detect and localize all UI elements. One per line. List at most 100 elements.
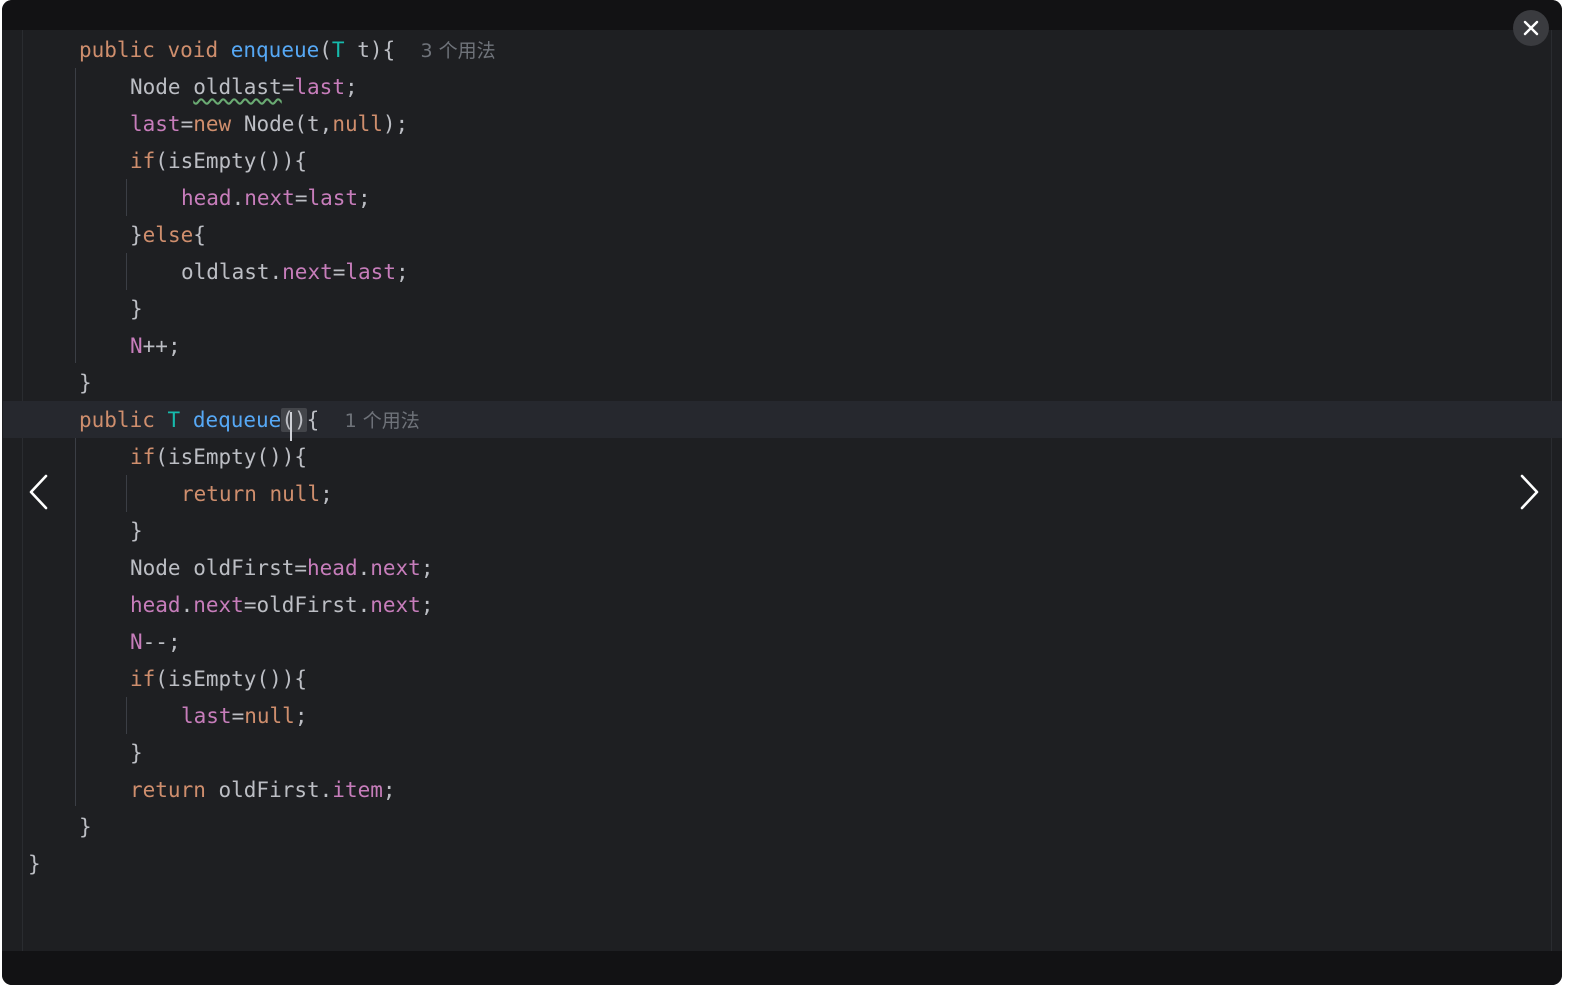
code-token: return — [181, 482, 257, 506]
code-token: ( — [319, 38, 332, 62]
code-token: --; — [142, 630, 181, 654]
indent-guide — [126, 253, 127, 290]
code-token: head — [130, 593, 181, 617]
code-token: Node — [130, 75, 194, 99]
chevron-right-icon — [1520, 474, 1539, 510]
code-line: last=null; — [181, 698, 307, 735]
matched-brace-highlight: () — [281, 408, 307, 441]
code-token: = — [332, 260, 346, 284]
code-token: ; — [320, 482, 333, 506]
close-icon — [1523, 20, 1539, 36]
code-token: next — [244, 186, 295, 210]
code-token: N — [130, 630, 143, 654]
code-line: if(isEmpty()){ — [130, 661, 307, 698]
warning-squiggle[interactable]: oldlast — [193, 75, 282, 99]
code-line: head.next=last; — [181, 180, 371, 217]
code-token: null — [244, 704, 295, 728]
code-token: } — [130, 223, 143, 247]
image-viewer: public void enqueue(T t){ 3 个用法 Node old… — [2, 0, 1562, 985]
code-token: = — [294, 186, 308, 210]
code-token: ; — [358, 186, 371, 210]
code-token: = — [180, 112, 194, 136]
close-button[interactable] — [1513, 10, 1549, 46]
code-token: ; — [294, 704, 308, 728]
usage-hint[interactable]: 1 个用法 — [345, 410, 420, 432]
code-token: T — [331, 38, 345, 62]
viewer-top-bar — [2, 0, 1562, 30]
code-token: (isEmpty()){ — [155, 149, 308, 173]
code-token: = — [231, 704, 245, 728]
previous-image-button[interactable] — [24, 470, 54, 514]
code-line: } — [130, 291, 143, 328]
next-image-button[interactable] — [1514, 470, 1544, 514]
code-line: public void enqueue(T t){ 3 个用法 — [79, 32, 496, 69]
code-token: new — [193, 112, 232, 136]
indent-guide — [126, 697, 127, 734]
indent-guide — [75, 438, 76, 806]
code-token: ; — [344, 75, 358, 99]
code-token: void — [167, 38, 219, 62]
text-caret — [290, 412, 293, 441]
code-token: } — [79, 815, 92, 839]
code-token: null — [269, 482, 321, 506]
code-token: Node oldFirst= — [130, 556, 308, 580]
indent-guide — [126, 475, 127, 512]
code-line: } — [79, 365, 92, 402]
code-token: . — [357, 556, 371, 580]
viewer-bottom-bar — [2, 951, 1562, 985]
code-token: } — [79, 371, 92, 395]
indent-guide — [126, 179, 127, 216]
code-token: ; — [395, 260, 409, 284]
code-line: N--; — [130, 624, 181, 661]
code-line: last=new Node(t,null); — [130, 106, 408, 143]
code-token: null — [332, 112, 383, 136]
code-editor[interactable]: public void enqueue(T t){ 3 个用法 Node old… — [3, 30, 1562, 951]
indent-guide — [75, 68, 76, 363]
code-token: else — [142, 223, 194, 247]
code-token: T — [167, 408, 181, 432]
code-token: if — [130, 445, 156, 469]
code-token: next — [193, 593, 244, 617]
code-line: return oldFirst.item; — [130, 772, 396, 809]
code-line: Node oldlast=last; — [130, 69, 358, 106]
code-line: } — [28, 846, 41, 883]
code-token: Node(t, — [231, 112, 333, 136]
code-line: }else{ — [130, 217, 206, 254]
code-token: ; — [382, 778, 396, 802]
code-token: oldFirst. — [205, 778, 333, 802]
code-line: } — [79, 809, 92, 846]
code-line: } — [130, 513, 143, 550]
code-token: if — [130, 149, 156, 173]
chevron-left-icon — [29, 474, 48, 510]
code-token: . — [231, 186, 245, 210]
code-token: =oldFirst. — [243, 593, 371, 617]
code-line: oldlast.next=last; — [181, 254, 409, 291]
method-name: enqueue — [230, 38, 320, 62]
code-line: return null; — [181, 476, 333, 513]
code-token: ); — [382, 112, 409, 136]
code-token: ; — [420, 556, 434, 580]
code-token: item — [332, 778, 383, 802]
usage-hint[interactable]: 3 个用法 — [420, 40, 495, 62]
method-name: dequeue — [192, 408, 282, 432]
code-token: next — [370, 593, 421, 617]
code-token: last — [294, 75, 345, 99]
code-token: last — [181, 704, 232, 728]
code-line: Node oldFirst=head.next; — [130, 550, 433, 587]
code-line: public T dequeue(){ 1 个用法 — [79, 402, 420, 441]
code-token: () — [281, 408, 307, 432]
code-token: { — [306, 408, 320, 432]
code-token: return — [130, 778, 206, 802]
code-line: head.next=oldFirst.next; — [130, 587, 433, 624]
code-line: } — [130, 735, 143, 772]
code-token: = — [281, 75, 295, 99]
code-token: ; — [420, 593, 434, 617]
code-token: (isEmpty()){ — [155, 667, 308, 691]
code-token: next — [370, 556, 421, 580]
code-token: } — [130, 519, 143, 543]
code-token: public — [79, 38, 155, 62]
code-token: head — [307, 556, 358, 580]
code-token: public — [79, 408, 155, 432]
code-line: if(isEmpty()){ — [130, 439, 307, 476]
code-token: last — [345, 260, 396, 284]
